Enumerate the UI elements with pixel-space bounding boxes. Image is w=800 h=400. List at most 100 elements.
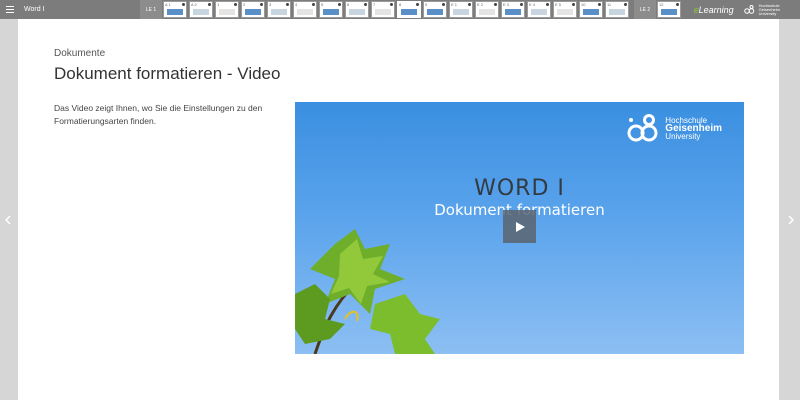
slide-thumbnail[interactable]: A 2 [189,1,213,18]
thumbnail-preview [557,9,573,15]
next-page-button[interactable] [786,212,796,228]
slide-thumbnail-label: 4 [295,2,298,7]
slide-thumbnail[interactable]: E 3 [501,1,525,18]
slide-thumbnail-label: 8 [399,2,402,7]
slide-thumbnail[interactable]: 4 [293,1,317,18]
slide-thumbnail[interactable]: 2 [241,1,265,18]
elearning-logo: eLearning [693,4,734,15]
slide-thumbnail-label: 5 [321,2,324,7]
previous-page-button[interactable] [3,212,13,228]
status-dot-icon [546,3,549,6]
slide-thumbnail-label: 2 [243,2,246,7]
status-dot-icon [520,3,523,6]
slide-thumbnail-label: E 1 [451,2,458,7]
slide-thumbnail[interactable]: 7 [371,1,395,18]
chevron-right-icon [788,215,794,225]
play-button[interactable] [503,210,536,243]
slide-thumbnail[interactable]: 8 [397,1,421,18]
slide-thumbnail-label: A 1 [165,2,171,7]
thumbnail-preview [167,9,183,15]
status-dot-icon [442,3,445,6]
slide-thumbnail[interactable]: 9 [423,1,447,18]
thumbnail-preview [323,9,339,15]
page-description: Das Video zeigt Ihnen, wo Sie die Einste… [54,103,263,126]
slide-thumbnail[interactable]: 3 [267,1,291,18]
slide-thumbnail[interactable]: 10 [579,1,603,18]
slide-thumbnail-label: E 3 [503,2,510,7]
slide-thumbnail[interactable]: E 5 [553,1,577,18]
slide-thumbnail[interactable]: E 4 [527,1,551,18]
thumbnail-preview [219,9,235,15]
app-title: Word I [24,6,45,13]
slide-thumbnails-group-1: A 1 A 2 1 2 3 4 5 6 7 8 [162,0,422,19]
status-dot-icon [572,3,575,6]
slide-thumbnail-label: 3 [269,2,272,7]
slide-thumbnail-label: 11 [607,2,612,7]
tab-le2[interactable]: LE 2 [634,0,656,19]
page-title: Dokument formatieren - Video [54,64,281,83]
thumbnail-preview [271,9,287,15]
status-dot-icon [286,3,289,6]
thumbnail-preview [427,9,443,15]
slide-thumbnail[interactable]: A 1 [163,1,187,18]
status-dot-icon [260,3,263,6]
thumbnail-preview [609,9,625,15]
top-navigation-bar: Word I LE 1 A 1A 212345678 9E 1E 2E 3E 4… [0,0,800,19]
status-dot-icon [364,3,367,6]
slide-thumbnail[interactable]: 6 [345,1,369,18]
slide-thumbnail[interactable]: E 2 [475,1,499,18]
video-university-logo: Hochschule Geisenheim University [627,114,722,144]
brand-logos: eLearning Hochschule Geisenheim Universi… [693,3,780,16]
thumbnail-preview [583,9,599,15]
chevron-left-icon [5,215,11,225]
slide-thumbnail-label: E 5 [555,2,562,7]
thumbnail-preview [245,9,261,15]
status-dot-icon [494,3,497,6]
slide-thumbnail-label: A 2 [191,2,197,7]
slide-thumbnails-group-3: 12 [656,0,682,19]
thumbnail-preview [531,9,547,15]
status-dot-icon [338,3,341,6]
slide-thumbnail[interactable]: 12 [657,1,681,18]
video-player[interactable]: Hochschule Geisenheim University WORD I … [295,102,744,354]
slide-thumbnail-label: 9 [425,2,428,7]
slide-thumbnail-label: 12 [659,2,664,7]
slide-thumbnail-label: E 2 [477,2,484,7]
slide-thumbnail[interactable]: 11 [605,1,629,18]
slide-thumbnail[interactable]: 5 [319,1,343,18]
status-dot-icon [624,3,627,6]
play-icon [515,221,525,232]
slide-thumbnail-label: 6 [347,2,350,7]
thumbnail-preview [297,9,313,15]
status-dot-icon [468,3,471,6]
thumbnail-preview [505,9,521,15]
thumbnail-preview [661,9,677,15]
status-dot-icon [390,3,393,6]
status-dot-icon [598,3,601,6]
status-dot-icon [312,3,315,6]
content-card: Dokumente Dokument formatieren - Video D… [18,19,779,400]
slide-thumbnail-label: 7 [373,2,376,7]
slide-thumbnail-label: 10 [581,2,586,7]
slide-thumbnail-label: E 4 [529,2,536,7]
thumbnail-preview [401,9,417,15]
slide-thumbnail[interactable]: E 1 [449,1,473,18]
thumbnail-preview [453,9,469,15]
breadcrumb: Dokumente [54,48,106,59]
status-dot-icon [208,3,211,6]
tab-le1[interactable]: LE 1 [140,0,162,19]
university-logo-icon [743,4,754,14]
slide-thumbnail-label: 1 [217,2,220,7]
vine-leaves-image [295,229,440,354]
thumbnail-preview [479,9,495,15]
hamburger-icon[interactable] [2,0,18,19]
university-logo-icon [627,114,658,142]
slide-thumbnail[interactable]: 1 [215,1,239,18]
slide-thumbnails-group-2: 9 E 1 E 2 E 3 E 4 E 5 10 11 [422,0,630,19]
university-logo: Hochschule Geisenheim University [743,3,780,16]
thumbnail-preview [193,9,209,15]
status-dot-icon [676,3,679,6]
status-dot-icon [182,3,185,6]
status-dot-icon [234,3,237,6]
thumbnail-preview [375,9,391,15]
